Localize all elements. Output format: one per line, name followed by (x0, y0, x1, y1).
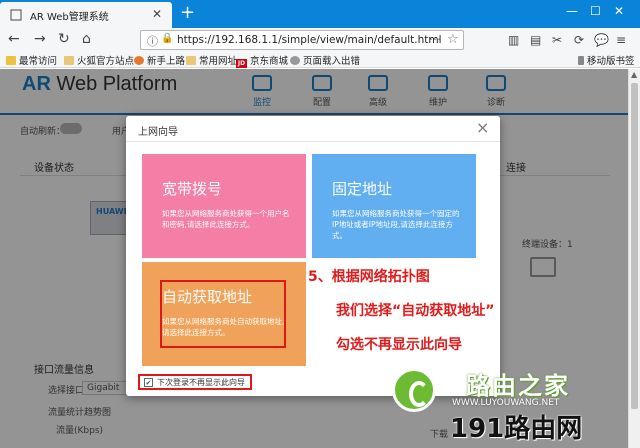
chat-icon[interactable]: 💬 (594, 33, 609, 47)
setup-wizard-dialog: 上网向导 × 宽带拨号 如果您从网络服务商处获得一个用户名和密码,请选择此连接方… (126, 116, 500, 396)
lock-warning-icon[interactable]: 🔒 (161, 33, 173, 44)
forward-icon[interactable]: → (34, 31, 46, 47)
sync-icon[interactable]: ⟳ (574, 33, 584, 47)
bookmark-star-icon[interactable]: ☆ (447, 32, 459, 47)
page-actions-icon[interactable]: ⋯ (429, 32, 441, 46)
info-icon[interactable]: ⓘ (147, 33, 158, 49)
home-icon[interactable]: ⌂ (82, 31, 91, 47)
dhcp-option-card[interactable]: 自动获取地址 如果您从网络服务商处自动获取地址,请选择此连接方式。 (142, 262, 306, 366)
bookmark-load-error[interactable]: 页面载入出错 (290, 53, 360, 67)
dialog-title: 上网向导 (138, 127, 178, 138)
scrollbar-thumb[interactable] (631, 83, 638, 409)
mobile-icon (578, 56, 584, 65)
close-window-icon[interactable]: ✕ (614, 4, 624, 18)
checkbox-check-icon[interactable]: ✔ (144, 378, 153, 387)
tab-close-icon[interactable]: ✕ (152, 7, 162, 21)
scroll-up-icon[interactable]: ▲ (631, 70, 637, 79)
jd-icon: JD (236, 59, 247, 68)
watermark-logo-icon (392, 368, 436, 412)
folder-icon (64, 56, 74, 65)
tab-title: AR Web管理系统 (30, 12, 109, 23)
close-icon[interactable]: × (476, 119, 489, 137)
card-title: 宽带拨号 (162, 180, 223, 198)
library-icon[interactable]: ▥ (508, 33, 519, 47)
page-icon (10, 9, 22, 21)
static-ip-option-card[interactable]: 固定地址 如果您从网络服务商处获得一个固定的IP地址或者IP地址段,请选择此连接… (312, 154, 476, 258)
bookmarks-bar: 最常访问 火狐官方站点 新手上路 常用网址 JD 京东商城 页面载入出错 移动版书… (0, 52, 640, 68)
menu-icon[interactable]: ≡ (616, 33, 626, 47)
back-icon[interactable]: ← (8, 31, 20, 47)
screenshot-icon[interactable]: ✂ (552, 33, 562, 47)
bookmark-common-sites[interactable]: 常用网址 (186, 53, 237, 67)
firefox-icon (134, 56, 144, 65)
card-description: 如果您从网络服务商处获得一个固定的IP地址或者IP地址段,请选择此连接方式。 (332, 209, 460, 240)
gear-icon (6, 56, 16, 65)
minimize-icon[interactable]: — (566, 4, 578, 18)
page-scrollbar[interactable]: ▲ (628, 69, 640, 448)
checkbox-label: 下次登录不再显示此向导 (157, 378, 245, 387)
card-description: 如果您从网络服务商处获得一个用户名和密码,请选择此连接方式。 (162, 209, 290, 229)
annotation-choose: 我们选择“自动获取地址” (336, 303, 495, 319)
sidebar-icon[interactable]: ▤ (530, 33, 541, 47)
watermark-brand: 路由之家 (466, 372, 570, 400)
browser-tab-bar: AR Web管理系统 ✕ + — ☐ ✕ (0, 0, 640, 28)
bookmark-most-visited[interactable]: 最常访问 (6, 53, 57, 67)
browser-tab-active[interactable]: AR Web管理系统 ✕ (0, 2, 172, 28)
maximize-icon[interactable]: ☐ (590, 4, 601, 18)
bookmark-jd[interactable]: JD 京东商城 (236, 53, 288, 68)
bookmark-firefox-site[interactable]: 火狐官方站点 (64, 53, 134, 67)
dont-show-again-checkbox[interactable]: ✔ 下次登录不再显示此向导 (138, 374, 252, 390)
url-text: https://192.168.1.1/simple/view/main/def… (177, 34, 442, 46)
annotation-check: 勾选不再显示此向导 (336, 337, 462, 353)
browser-nav-bar: ← → ↻ ⌂ ⓘ 🔒 https://192.168.1.1/simple/v… (0, 28, 640, 52)
folder-icon (186, 56, 196, 65)
watermark-site: 191路由网 (450, 414, 583, 444)
address-bar[interactable]: ⓘ 🔒 https://192.168.1.1/simple/view/main… (140, 30, 464, 50)
globe-icon (290, 56, 300, 65)
bookmark-getting-started[interactable]: 新手上路 (134, 53, 185, 67)
annotation-step: 5、根据网络拓扑图 (308, 269, 430, 285)
watermark-url: WWW.LUYOUWANG.NET (452, 398, 560, 408)
new-tab-icon[interactable]: + (180, 3, 195, 23)
dialog-header: 上网向导 × (126, 116, 500, 142)
reload-icon[interactable]: ↻ (58, 31, 70, 47)
pppoe-option-card[interactable]: 宽带拨号 如果您从网络服务商处获得一个用户名和密码,请选择此连接方式。 (142, 154, 306, 258)
card-title: 固定地址 (332, 180, 393, 198)
card-description: 如果您从网络服务商处自动获取地址,请选择此连接方式。 (162, 317, 285, 337)
mobile-bookmarks[interactable]: 移动版书签 (578, 53, 635, 67)
card-title: 自动获取地址 (162, 288, 253, 306)
